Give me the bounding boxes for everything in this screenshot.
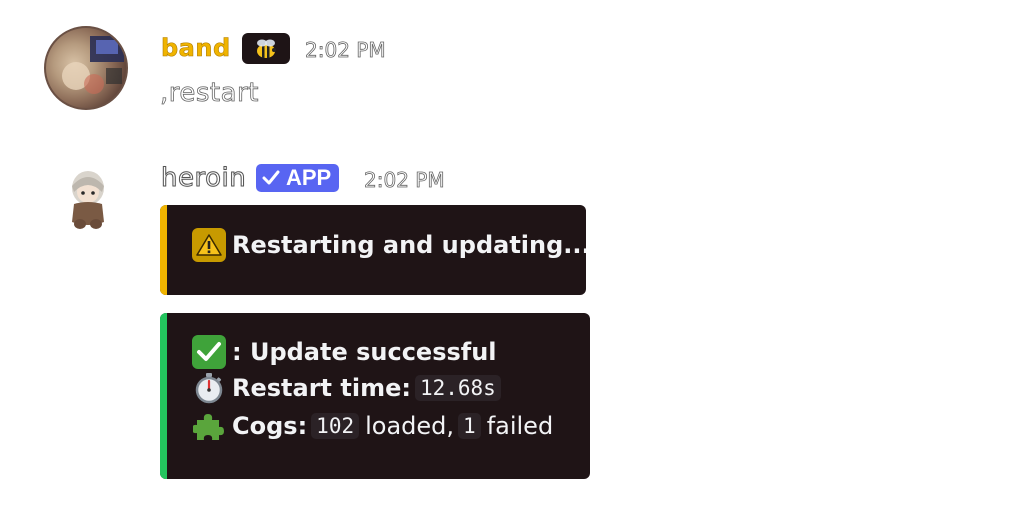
embed-restarting: Restarting and updating... (160, 205, 586, 295)
status-line: : Update successful (192, 335, 497, 369)
stopwatch-icon (192, 371, 226, 405)
username-band[interactable]: band (161, 34, 231, 63)
restart-time-line: Restart time: 12.68s (192, 371, 507, 405)
username-heroin[interactable]: heroin (160, 164, 246, 193)
restart-time-value: 12.68s (414, 375, 501, 401)
embed-title: Restarting and updating... (232, 231, 586, 259)
status-text: : Update successful (232, 338, 497, 366)
embed-color-bar (160, 205, 167, 295)
cogs-failed-text: failed (486, 412, 554, 440)
check-mark-icon (192, 335, 226, 369)
message-content: ,restart (160, 78, 259, 109)
app-badge: APP (256, 164, 340, 192)
role-badge[interactable] (242, 33, 290, 64)
cogs-label: Cogs: (232, 412, 308, 440)
cogs-failed-count: 1 (458, 413, 481, 439)
restart-time-label: Restart time: (232, 374, 411, 402)
avatar-heroin[interactable] (62, 166, 114, 232)
bee-icon (257, 39, 276, 58)
timestamp[interactable]: 2:02 PM (364, 168, 445, 193)
embed-color-bar (160, 313, 167, 479)
app-badge-label: APP (286, 165, 332, 190)
cogs-line: Cogs: 102 loaded, 1 failed (192, 409, 553, 443)
cogs-loaded-text: loaded, (365, 412, 455, 440)
puzzle-piece-icon (192, 409, 226, 443)
avatar-image (72, 171, 104, 229)
avatar-image (62, 36, 124, 94)
cogs-loaded-count: 102 (311, 413, 360, 439)
embed-update-result: : Update successful Restart time: 12.68s (160, 313, 590, 479)
check-icon (262, 170, 280, 185)
warning-icon (192, 228, 226, 262)
avatar-band[interactable] (44, 26, 128, 110)
timestamp[interactable]: 2:02 PM (305, 38, 386, 63)
embed-title-row: Restarting and updating... (192, 228, 586, 262)
